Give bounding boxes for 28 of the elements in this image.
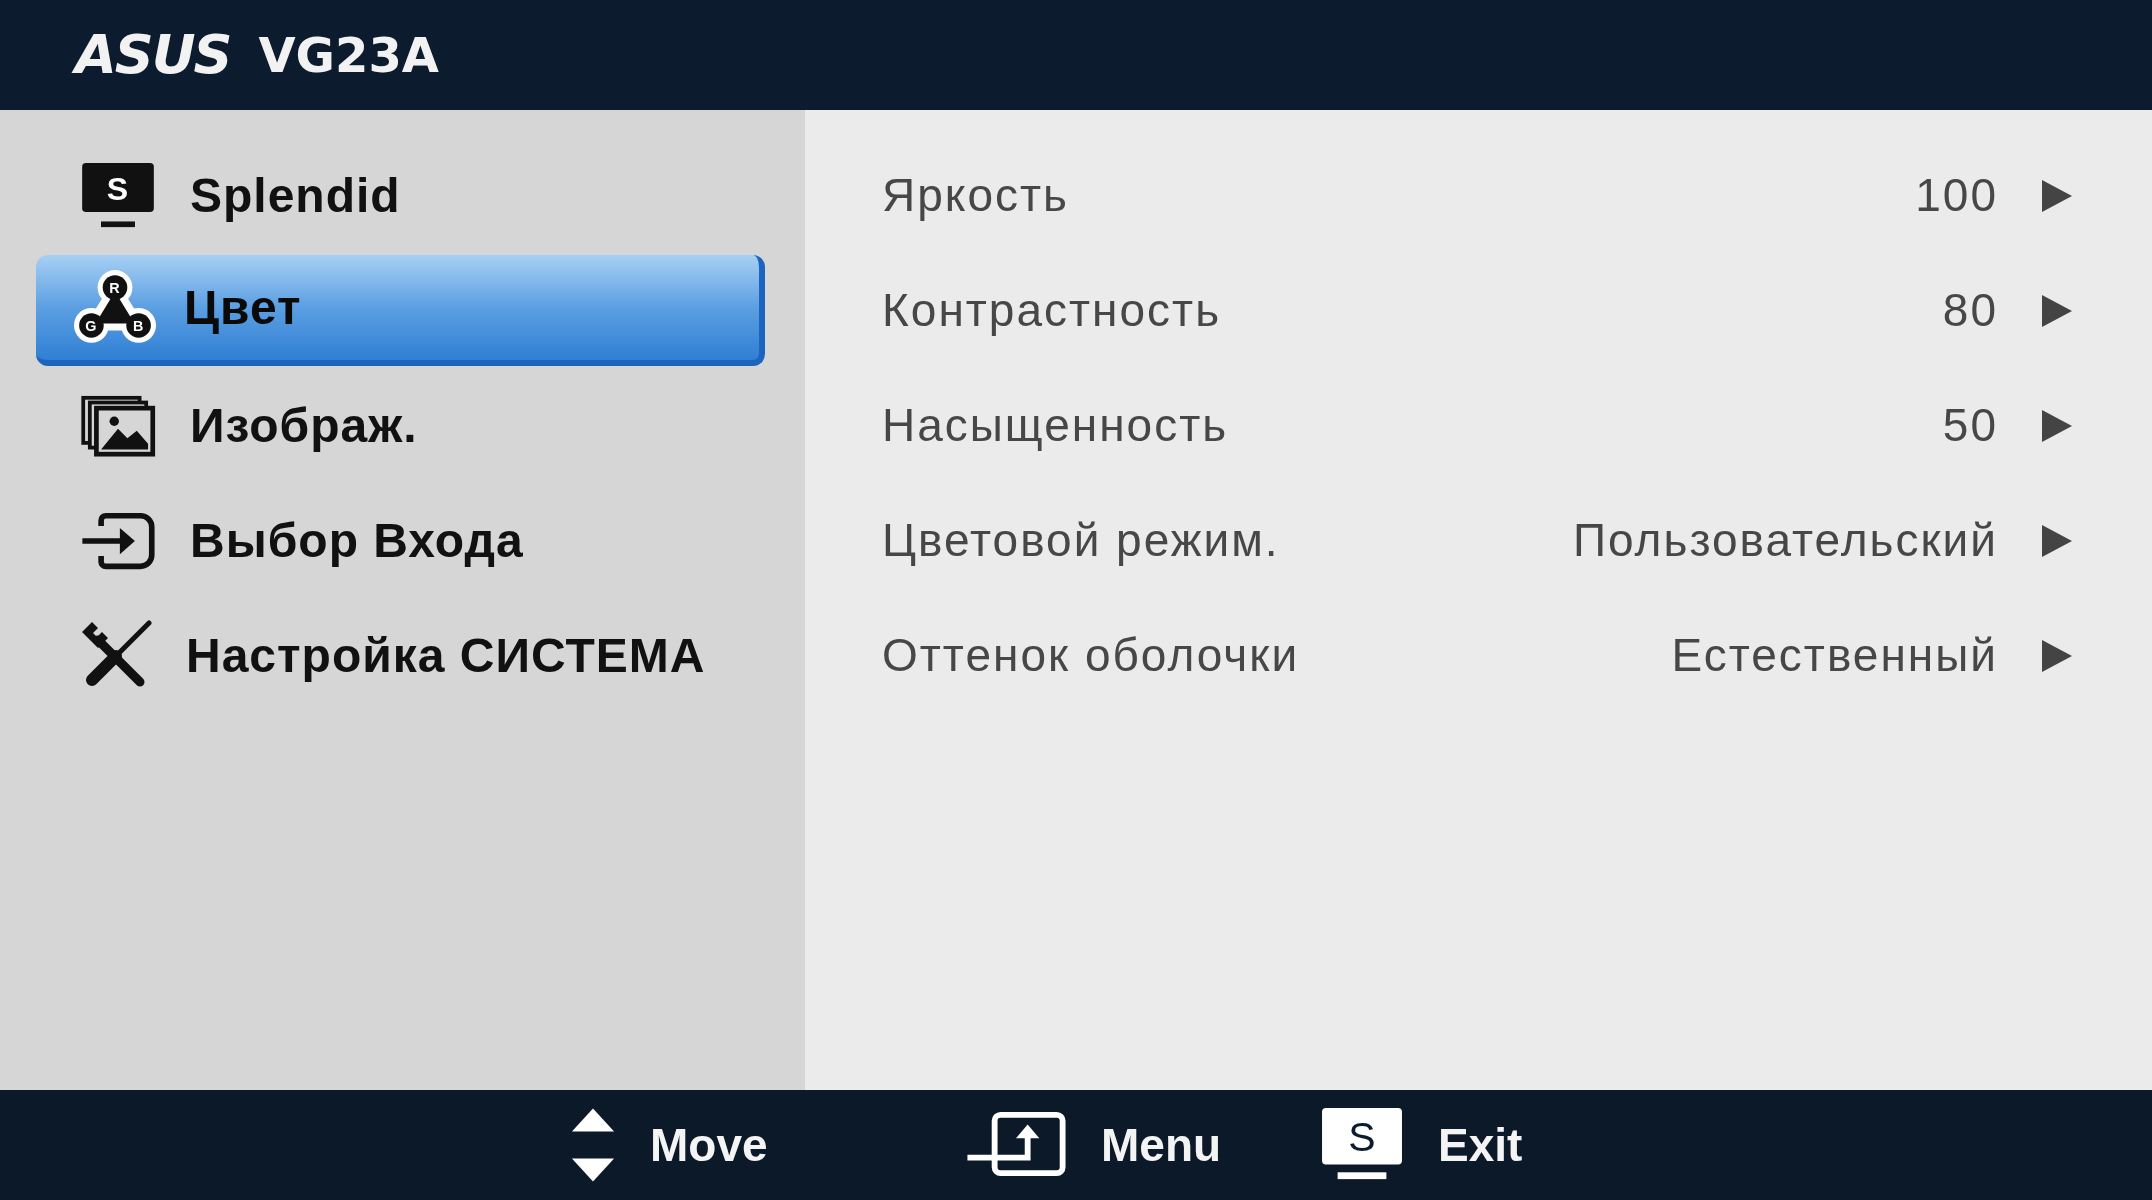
menu-item[interactable]: Настройка СИСТЕМА <box>36 600 765 711</box>
setting-value: 100 <box>1915 168 1998 223</box>
setting-value: 50 <box>1942 398 1998 453</box>
key-hint-label: Move <box>650 1117 768 1173</box>
picture-frames-icon <box>80 394 156 457</box>
caret-right-icon <box>2042 179 2072 212</box>
setting-value: 80 <box>1942 283 1998 338</box>
setting-label: Цветовой режим. <box>882 513 1280 568</box>
model-name: VG23A <box>258 31 439 79</box>
key-hint-label: Exit <box>1438 1117 1523 1173</box>
box-arrow-icon <box>965 1111 1067 1179</box>
key-hint-label: Menu <box>1101 1117 1222 1173</box>
caret-right-icon <box>2042 294 2072 327</box>
setting-label: Насыщенность <box>882 398 1229 453</box>
caret-right-icon <box>2042 524 2072 557</box>
setting-label: Яркость <box>882 168 1070 223</box>
up-down-arrows-icon <box>570 1106 616 1184</box>
input-arrow-icon <box>80 510 156 571</box>
setting-label: Оттенок оболочки <box>882 628 1300 683</box>
caret-right-icon <box>2042 409 2072 442</box>
setting-label: Контрастность <box>882 283 1222 338</box>
menu-item[interactable]: R G B Цвет <box>36 255 765 366</box>
menu-item[interactable]: S Splendid <box>36 140 765 251</box>
menu-item[interactable]: Изображ. <box>36 370 765 481</box>
caret-right-icon <box>2042 639 2072 672</box>
setting-value: Пользовательский <box>1572 513 1998 568</box>
menu-item[interactable]: Выбор Входа <box>36 485 765 596</box>
setting-value: Естественный <box>1671 628 1998 683</box>
